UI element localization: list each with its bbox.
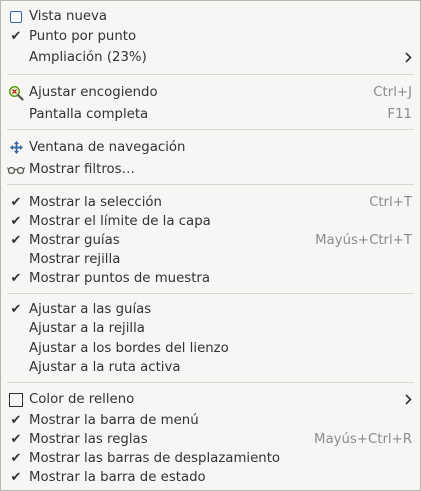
menu-item-label: Pantalla completa xyxy=(29,107,149,122)
menu-item-label: Mostrar las barras de desplazamiento xyxy=(29,451,281,466)
menu-item-label: Ajustar a las guías xyxy=(29,302,152,317)
menu-item-ajustar-encogiendo[interactable]: Ajustar encogiendo Ctrl+J xyxy=(1,83,420,102)
menu-item-mostrar-filtros[interactable]: Mostrar filtros… xyxy=(1,160,420,179)
check-icon: ✔ xyxy=(10,233,22,248)
menu-item-label: Ajustar a la rejilla xyxy=(29,321,145,336)
menu-item-label: Mostrar la barra de estado xyxy=(29,470,206,485)
check-icon: ✔ xyxy=(10,470,22,485)
navigation-icon xyxy=(7,138,25,157)
menu-item-label: Mostrar puntos de muestra xyxy=(29,271,211,286)
fill-color-swatch-icon xyxy=(7,390,25,409)
check-icon: ✔ xyxy=(10,302,22,317)
menu-item-label: Mostrar el límite de la capa xyxy=(29,214,211,229)
menu-item-ajustar-rejilla[interactable]: Ajustar a la rejilla xyxy=(1,319,420,338)
menu-item-mostrar-puntos-muestra[interactable]: ✔ Mostrar puntos de muestra xyxy=(1,269,420,288)
menu-item-mostrar-barras-desplazamiento[interactable]: ✔ Mostrar las barras de desplazamiento xyxy=(1,449,420,468)
menu-item-mostrar-barra-menu[interactable]: ✔ Mostrar la barra de menú xyxy=(1,411,420,430)
menu-item-mostrar-seleccion[interactable]: ✔ Mostrar la selección Ctrl+T xyxy=(1,193,420,212)
menu-item-label: Mostrar la selección xyxy=(29,195,162,210)
check-icon: ✔ xyxy=(10,451,22,466)
menu-item-mostrar-barra-estado[interactable]: ✔ Mostrar la barra de estado xyxy=(1,468,420,487)
accelerator-label: F11 xyxy=(387,107,412,122)
menu-item-label: Mostrar rejilla xyxy=(29,252,121,267)
menu-item-mostrar-rejilla[interactable]: Mostrar rejilla xyxy=(1,250,420,269)
zoom-fit-icon xyxy=(7,83,25,102)
menu-separator xyxy=(7,129,414,130)
chevron-right-icon xyxy=(403,393,413,406)
menu-item-label: Ampliación (23%) xyxy=(29,50,147,65)
menu-separator xyxy=(7,184,414,185)
accelerator-label: Ctrl+J xyxy=(373,85,412,100)
menu-item-ampliacion[interactable]: Ampliación (23%) xyxy=(1,48,420,67)
menu-item-label: Ajustar a la ruta activa xyxy=(29,360,181,375)
new-view-icon xyxy=(7,7,25,26)
menu-item-ventana-navegacion[interactable]: Ventana de navegación xyxy=(1,138,420,157)
check-icon: ✔ xyxy=(10,271,22,286)
menu-item-label: Ajustar a los bordes del lienzo xyxy=(29,341,229,356)
menu-item-label: Mostrar filtros… xyxy=(29,162,135,177)
menu-item-mostrar-reglas[interactable]: ✔ Mostrar las reglas Mayús+Ctrl+R xyxy=(1,430,420,449)
menu-item-label: Ajustar encogiendo xyxy=(29,85,158,100)
menu-item-mostrar-guias[interactable]: ✔ Mostrar guías Mayús+Ctrl+T xyxy=(1,231,420,250)
chevron-right-icon xyxy=(403,51,413,64)
menu-item-label: Mostrar guías xyxy=(29,233,120,248)
menu-item-ajustar-ruta-activa[interactable]: Ajustar a la ruta activa xyxy=(1,358,420,377)
accelerator-label: Mayús+Ctrl+T xyxy=(315,233,412,248)
menu-item-label: Punto por punto xyxy=(29,29,137,44)
menu-separator xyxy=(7,382,414,383)
menu-item-label: Vista nueva xyxy=(29,9,108,24)
glasses-icon xyxy=(7,160,25,179)
menu-item-label: Color de relleno xyxy=(29,392,135,407)
view-menu: Vista nueva ✔ Punto por punto Ampliación… xyxy=(0,0,421,491)
menu-separator xyxy=(7,74,414,75)
check-icon: ✔ xyxy=(10,214,22,229)
menu-item-color-relleno[interactable]: Color de relleno xyxy=(1,390,420,409)
menu-item-punto-por-punto[interactable]: ✔ Punto por punto xyxy=(1,27,420,46)
menu-item-pantalla-completa[interactable]: Pantalla completa F11 xyxy=(1,105,420,124)
accelerator-label: Ctrl+T xyxy=(369,195,412,210)
check-icon: ✔ xyxy=(10,432,22,447)
menu-item-label: Ventana de navegación xyxy=(29,140,186,155)
menu-item-vista-nueva[interactable]: Vista nueva xyxy=(1,7,420,26)
menu-item-label: Mostrar la barra de menú xyxy=(29,413,199,428)
menu-item-mostrar-limite-capa[interactable]: ✔ Mostrar el límite de la capa xyxy=(1,212,420,231)
check-icon: ✔ xyxy=(10,413,22,428)
check-icon: ✔ xyxy=(10,29,22,44)
menu-item-ajustar-bordes-lienzo[interactable]: Ajustar a los bordes del lienzo xyxy=(1,339,420,358)
accelerator-label: Mayús+Ctrl+R xyxy=(313,432,412,447)
menu-item-label: Mostrar las reglas xyxy=(29,432,148,447)
menu-separator xyxy=(7,293,414,294)
check-icon: ✔ xyxy=(10,195,22,210)
menu-item-ajustar-guias[interactable]: ✔ Ajustar a las guías xyxy=(1,300,420,319)
